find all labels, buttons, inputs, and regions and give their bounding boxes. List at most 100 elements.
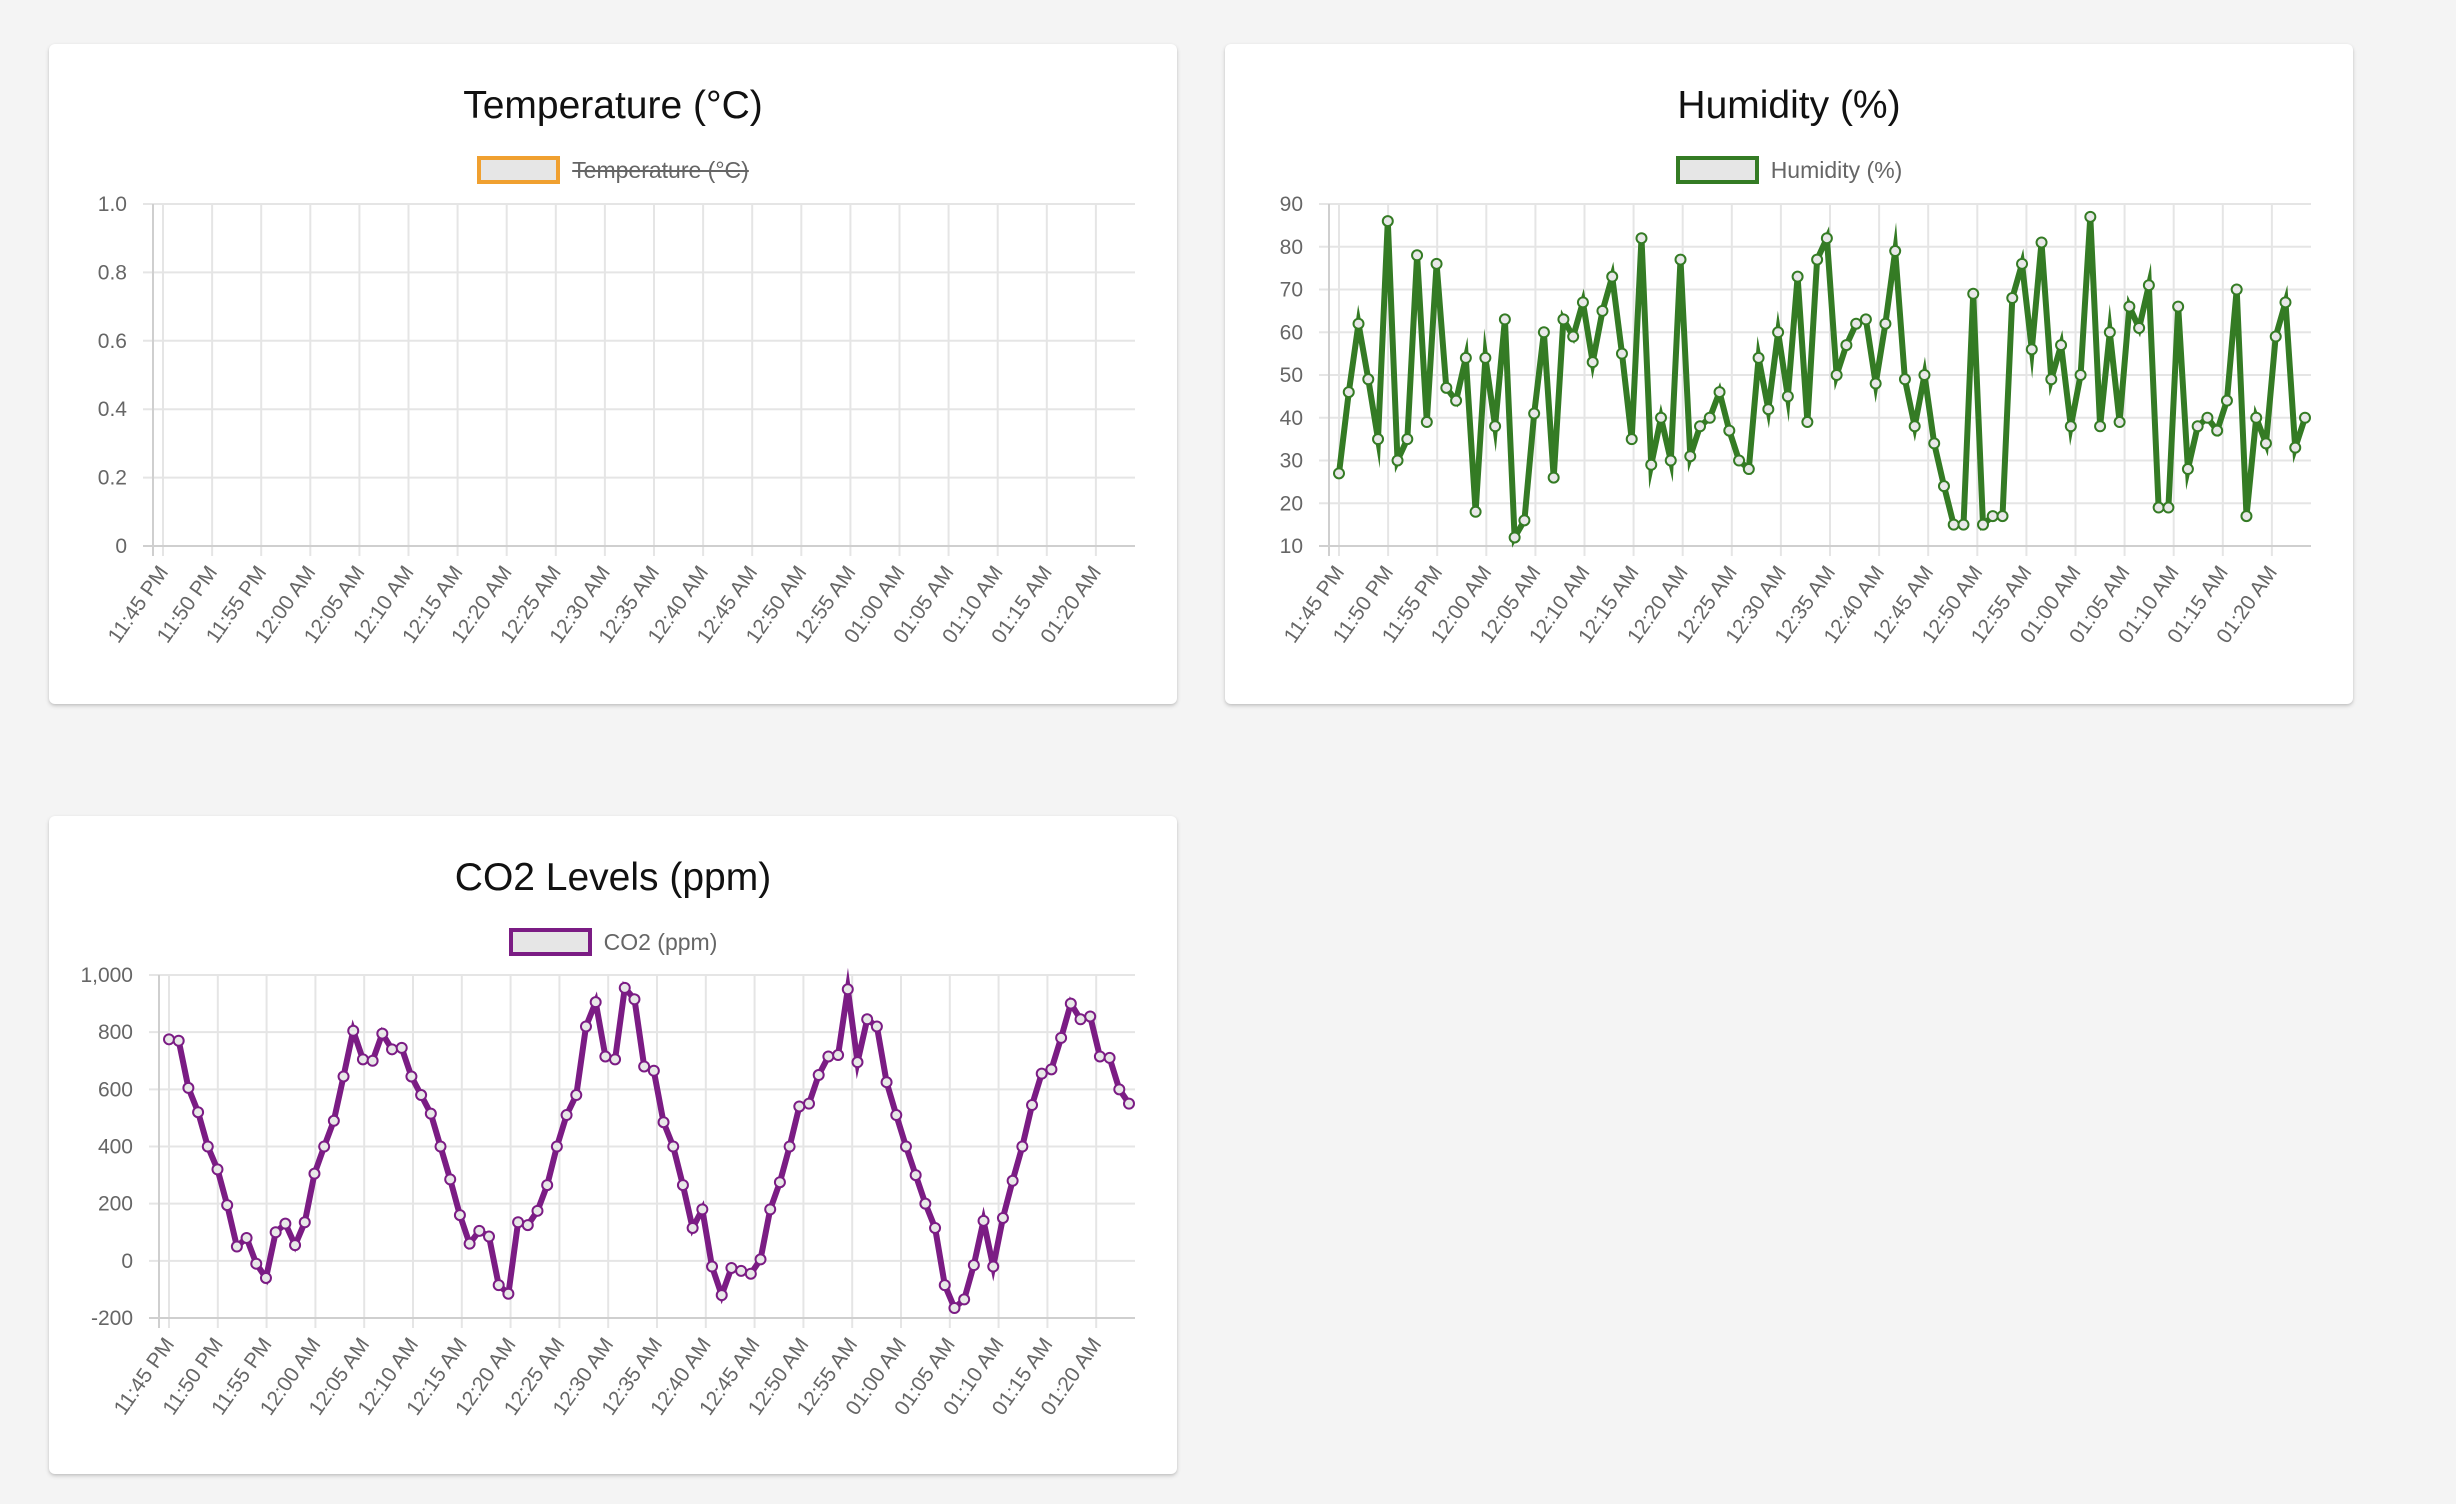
data-point[interactable] [1840, 339, 1853, 352]
data-point[interactable] [492, 1279, 505, 1292]
legend-label[interactable]: Humidity (%) [1771, 157, 1903, 184]
data-point[interactable] [1830, 369, 1843, 381]
data-point[interactable] [1459, 351, 1472, 364]
data-point[interactable] [2094, 420, 2107, 433]
data-point[interactable] [1055, 1031, 1068, 1044]
data-point[interactable] [764, 1203, 777, 1216]
data-point[interactable] [1606, 270, 1619, 283]
data-point[interactable] [1869, 377, 1882, 390]
data-point[interactable] [2084, 210, 2097, 223]
data-point[interactable] [221, 1199, 234, 1212]
data-point[interactable] [1064, 997, 1077, 1010]
data-point[interactable] [1996, 510, 2009, 523]
data-point[interactable] [2201, 411, 2214, 424]
data-point[interactable] [2123, 300, 2136, 313]
data-point[interactable] [1430, 257, 1443, 270]
data-point[interactable] [318, 1140, 331, 1153]
data-point[interactable] [1093, 1050, 1106, 1063]
data-point[interactable] [2055, 339, 2068, 352]
data-point[interactable] [2172, 300, 2185, 313]
data-point[interactable] [386, 1043, 399, 1056]
data-point[interactable] [890, 1109, 903, 1122]
data-point[interactable] [1752, 351, 1765, 364]
data-point[interactable] [1811, 253, 1824, 266]
data-point[interactable] [1694, 420, 1707, 433]
legend-label[interactable]: Temperature (°C) [572, 157, 749, 184]
data-point[interactable] [1703, 411, 1716, 424]
data-point[interactable] [2133, 321, 2146, 334]
data-point[interactable] [308, 1167, 321, 1180]
data-point[interactable] [1469, 505, 1482, 518]
data-point[interactable] [2045, 373, 2058, 386]
data-point[interactable] [541, 1179, 554, 1192]
data-point[interactable] [948, 1301, 961, 1314]
data-point[interactable] [1713, 386, 1726, 399]
data-point[interactable] [861, 1013, 874, 1026]
data-point[interactable] [899, 1140, 912, 1153]
data-point[interactable] [929, 1221, 942, 1234]
data-point[interactable] [2250, 411, 2263, 424]
data-point[interactable] [1615, 347, 1628, 360]
data-point[interactable] [279, 1217, 292, 1230]
data-point[interactable] [880, 1076, 893, 1089]
data-point[interactable] [444, 1173, 457, 1186]
data-point[interactable] [1113, 1083, 1126, 1096]
data-point[interactable] [1801, 416, 1814, 429]
data-point[interactable] [434, 1140, 447, 1153]
data-point[interactable] [1391, 454, 1404, 467]
data-point[interactable] [1123, 1097, 1135, 1110]
data-point[interactable] [803, 1097, 815, 1110]
data-point[interactable] [327, 1114, 340, 1127]
data-point[interactable] [1103, 1051, 1116, 1064]
data-point[interactable] [405, 1070, 418, 1083]
data-point[interactable] [1742, 463, 1755, 476]
data-point[interactable] [754, 1253, 767, 1266]
data-point[interactable] [1918, 369, 1931, 381]
data-point[interactable] [2006, 292, 2019, 305]
data-point[interactable] [201, 1140, 214, 1153]
data-point[interactable] [172, 1034, 185, 1047]
data-point[interactable] [1557, 313, 1570, 326]
data-point[interactable] [628, 993, 641, 1006]
legend-swatch[interactable] [477, 156, 561, 184]
data-point[interactable] [696, 1203, 709, 1216]
data-point[interactable] [1498, 313, 1511, 326]
data-point[interactable] [1977, 518, 1989, 531]
data-point[interactable] [1889, 245, 1902, 258]
data-point[interactable] [1528, 407, 1541, 420]
data-point[interactable] [1362, 373, 1375, 386]
data-point[interactable] [1986, 510, 1999, 523]
data-point[interactable] [1440, 381, 1453, 394]
data-point[interactable] [1045, 1063, 1058, 1076]
data-point[interactable] [1791, 270, 1804, 283]
data-point[interactable] [473, 1224, 486, 1237]
data-point[interactable] [958, 1293, 971, 1306]
data-point[interactable] [773, 1176, 786, 1189]
data-point[interactable] [1635, 232, 1648, 245]
data-point[interactable] [841, 983, 854, 996]
data-point[interactable] [599, 1050, 612, 1063]
data-point[interactable] [919, 1197, 932, 1210]
data-point[interactable] [1859, 313, 1872, 326]
data-point[interactable] [1937, 480, 1950, 493]
data-point[interactable] [1411, 249, 1424, 262]
data-point[interactable] [938, 1279, 951, 1292]
data-point[interactable] [2230, 283, 2243, 296]
data-point[interactable] [996, 1211, 1009, 1224]
data-point[interactable] [1898, 373, 1911, 386]
data-point[interactable] [909, 1169, 922, 1182]
data-point[interactable] [1489, 420, 1502, 433]
data-point[interactable] [1084, 1010, 1097, 1023]
data-point[interactable] [2025, 343, 2038, 356]
data-point[interactable] [2299, 411, 2311, 424]
data-point[interactable] [395, 1041, 408, 1054]
data-point[interactable] [1947, 518, 1960, 531]
data-point[interactable] [1645, 458, 1658, 471]
data-point[interactable] [1537, 326, 1550, 339]
data-point[interactable] [1850, 317, 1863, 330]
data-point[interactable] [638, 1060, 651, 1073]
data-point[interactable] [502, 1287, 515, 1300]
data-point[interactable] [870, 1020, 883, 1033]
data-point[interactable] [192, 1106, 205, 1119]
data-point[interactable] [1035, 1067, 1048, 1080]
